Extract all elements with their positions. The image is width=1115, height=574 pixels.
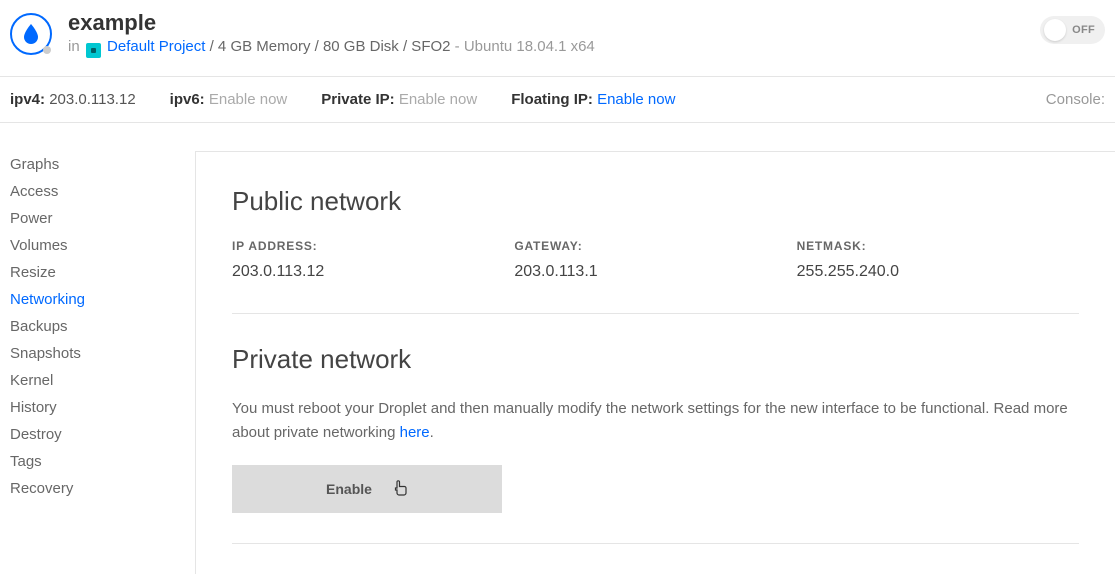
private-ip-enable-link[interactable]: Enable now: [399, 91, 477, 108]
ipv4-label: ipv4:: [10, 91, 45, 108]
public-network-heading: Public network: [232, 186, 1079, 217]
gateway-col: GATEWAY: 203.0.113.1: [514, 239, 796, 281]
sidebar-item-tags[interactable]: Tags: [10, 448, 195, 475]
enable-button-label: Enable: [326, 481, 372, 497]
ipv6-enable-link[interactable]: Enable now: [209, 91, 287, 108]
gateway-label: GATEWAY:: [514, 239, 796, 253]
sidebar-item-recovery[interactable]: Recovery: [10, 475, 195, 502]
gateway-value: 203.0.113.1: [514, 263, 796, 281]
ipv4-value: 203.0.113.12: [49, 91, 135, 108]
project-icon: [86, 43, 101, 58]
header-left: example in Default Project / 4 GB Memory…: [10, 10, 595, 58]
floating-ip-item: Floating IP: Enable now: [511, 91, 675, 108]
private-network-desc: You must reboot your Droplet and then ma…: [232, 397, 1079, 445]
sidebar-item-history[interactable]: History: [10, 394, 195, 421]
netmask-value: 255.255.240.0: [797, 263, 1079, 281]
ip-address-label: IP ADDRESS:: [232, 239, 514, 253]
droplet-subtitle: in Default Project / 4 GB Memory / 80 GB…: [68, 38, 595, 58]
title-block: example in Default Project / 4 GB Memory…: [68, 10, 595, 58]
sidebar-item-resize[interactable]: Resize: [10, 259, 195, 286]
project-link[interactable]: Default Project: [107, 38, 205, 55]
sidebar-item-access[interactable]: Access: [10, 178, 195, 205]
sidebar-item-destroy[interactable]: Destroy: [10, 421, 195, 448]
console-link[interactable]: Console:: [1046, 91, 1105, 108]
desc-text-1: You must reboot your Droplet and then ma…: [232, 400, 1068, 441]
body: Graphs Access Power Volumes Resize Netwo…: [0, 123, 1115, 574]
section-divider: [232, 313, 1079, 314]
ip-address-value: 203.0.113.12: [232, 263, 514, 281]
info-bar: ipv4: 203.0.113.12 ipv6: Enable now Priv…: [0, 76, 1115, 123]
enable-private-network-button[interactable]: Enable: [232, 465, 502, 513]
toggle-label: OFF: [1072, 24, 1095, 36]
droplet-title: example: [68, 10, 595, 36]
sidebar-item-volumes[interactable]: Volumes: [10, 232, 195, 259]
netmask-label: NETMASK:: [797, 239, 1079, 253]
sidebar-item-networking[interactable]: Networking: [10, 286, 195, 313]
in-label: in: [68, 38, 80, 55]
sidebar: Graphs Access Power Volumes Resize Netwo…: [0, 151, 195, 574]
cursor-icon: [394, 480, 408, 499]
bottom-divider: [232, 543, 1079, 544]
desc-text-2: .: [430, 424, 434, 441]
netmask-col: NETMASK: 255.255.240.0: [797, 239, 1079, 281]
specs-text: / 4 GB Memory / 80 GB Disk / SFO2: [210, 38, 451, 55]
private-ip-item: Private IP: Enable now: [321, 91, 477, 108]
ipv6-label: ipv6:: [170, 91, 205, 108]
private-network-heading: Private network: [232, 344, 1079, 375]
ip-address-col: IP ADDRESS: 203.0.113.12: [232, 239, 514, 281]
public-network-grid: IP ADDRESS: 203.0.113.12 GATEWAY: 203.0.…: [232, 239, 1079, 281]
sidebar-item-snapshots[interactable]: Snapshots: [10, 340, 195, 367]
here-link[interactable]: here: [400, 424, 430, 441]
sidebar-item-kernel[interactable]: Kernel: [10, 367, 195, 394]
power-toggle[interactable]: OFF: [1040, 16, 1105, 44]
toggle-knob: [1044, 19, 1066, 41]
ipv4-item: ipv4: 203.0.113.12: [10, 91, 136, 108]
floating-ip-enable-link[interactable]: Enable now: [597, 91, 675, 108]
status-dot: [43, 46, 51, 54]
sidebar-item-graphs[interactable]: Graphs: [10, 151, 195, 178]
droplet-icon: [10, 13, 52, 55]
private-ip-label: Private IP:: [321, 91, 394, 108]
sidebar-item-backups[interactable]: Backups: [10, 313, 195, 340]
floating-ip-label: Floating IP:: [511, 91, 593, 108]
page-header: example in Default Project / 4 GB Memory…: [0, 0, 1115, 76]
ipv6-item: ipv6: Enable now: [170, 91, 288, 108]
sidebar-item-power[interactable]: Power: [10, 205, 195, 232]
main-panel: Public network IP ADDRESS: 203.0.113.12 …: [195, 151, 1115, 574]
os-text: - Ubuntu 18.04.1 x64: [455, 38, 595, 55]
